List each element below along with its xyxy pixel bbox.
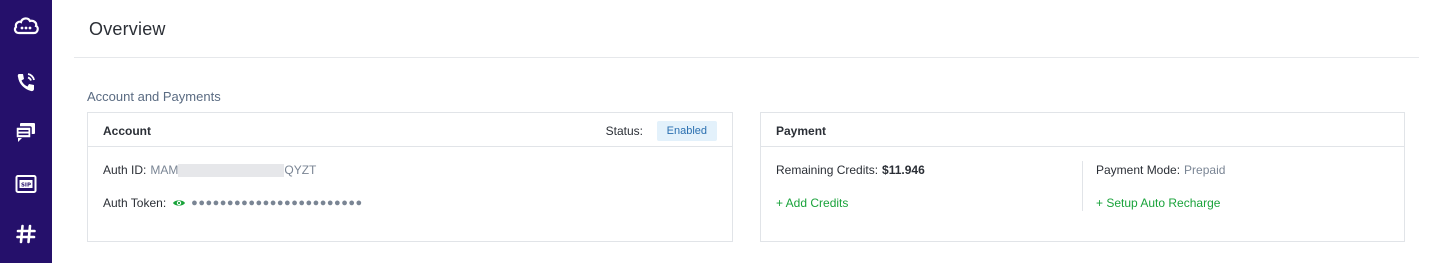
cloud-icon (13, 17, 39, 35)
remaining-credits-value: $11.946 (882, 163, 925, 177)
payment-mode-value: Prepaid (1184, 163, 1226, 177)
add-credits-link[interactable]: + Add Credits (776, 196, 848, 210)
sidebar-item-voice[interactable] (0, 63, 52, 103)
auth-token-row: Auth Token: ●●●●●●●●●●●●●●●●●●●●●●●● (103, 196, 363, 210)
sidebar: SIP (0, 0, 52, 263)
sidebar-item-numbers[interactable] (0, 214, 52, 254)
payment-card-title: Payment (776, 124, 827, 138)
payment-card-header: Payment (761, 113, 1404, 147)
eye-icon[interactable] (172, 198, 186, 208)
page-header: Overview (74, 0, 1419, 58)
sidebar-item-sip[interactable]: SIP (0, 164, 52, 204)
auth-token-mask: ●●●●●●●●●●●●●●●●●●●●●●●● (191, 197, 363, 209)
status-badge: Enabled (656, 121, 717, 141)
account-card: Account Status: Enabled Auth ID: MAM QYZ… (87, 112, 733, 242)
sip-icon: SIP (15, 175, 37, 193)
auth-id-suffix: QYZT (284, 163, 317, 177)
payment-card: Payment Remaining Credits: $11.946 + Add… (760, 112, 1405, 242)
account-card-title: Account (103, 124, 151, 138)
remaining-credits-row: Remaining Credits: $11.946 (776, 163, 925, 177)
section-title: Account and Payments (87, 89, 221, 104)
payment-divider (1082, 161, 1083, 211)
auth-id-row: Auth ID: MAM QYZT (103, 163, 316, 177)
sidebar-item-cloud[interactable] (0, 6, 52, 46)
setup-auto-recharge-link[interactable]: + Setup Auto Recharge (1096, 196, 1220, 210)
phone-icon (17, 73, 35, 92)
svg-text:SIP: SIP (21, 183, 31, 189)
messages-icon (15, 123, 35, 142)
sidebar-item-messaging[interactable] (0, 112, 52, 152)
auth-id-label: Auth ID: (103, 163, 147, 177)
auth-id-prefix: MAM (150, 163, 179, 177)
remaining-credits-label: Remaining Credits: (776, 163, 879, 177)
page-title: Overview (89, 19, 166, 39)
auth-id-redaction (178, 163, 285, 177)
payment-mode-label: Payment Mode: (1096, 163, 1181, 177)
status-label: Status: (605, 124, 643, 138)
auth-token-label: Auth Token: (103, 196, 167, 210)
hashtag-icon (16, 224, 36, 244)
payment-mode-row: Payment Mode: Prepaid (1096, 163, 1225, 177)
account-card-header: Account Status: Enabled (88, 113, 732, 147)
main-content: Overview Account and Payments Account St… (52, 0, 1440, 263)
